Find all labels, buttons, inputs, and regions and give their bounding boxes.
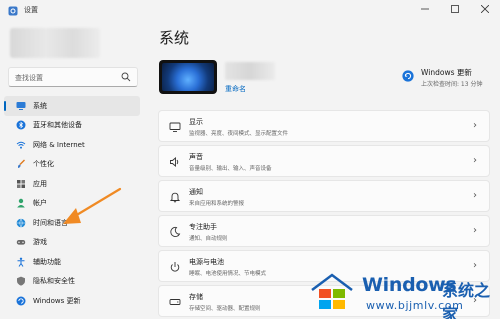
- card-subtitle: 音量级别、输出、输入、声音设备: [189, 166, 272, 172]
- sidebar-item-privacy[interactable]: 隐私和安全性: [4, 272, 140, 292]
- card-title: 专注助手: [189, 223, 217, 231]
- card-subtitle: 来自应用和系统的警报: [189, 201, 245, 207]
- user-profile-blurred[interactable]: [10, 28, 100, 58]
- sidebar-item-label: 系统: [33, 101, 47, 110]
- card-subtitle: 监视器、亮度、夜间模式、显示配置文件: [189, 131, 289, 137]
- maximize-icon: [451, 5, 459, 13]
- bell-icon: [169, 192, 181, 203]
- card-title: 声音: [189, 153, 203, 161]
- device-name-blurred: [225, 62, 275, 80]
- sidebar-item-label: 隐私和安全性: [33, 277, 75, 286]
- sidebar-item-network[interactable]: 网络 & Internet: [4, 135, 140, 155]
- card-subtitle: 存储空间、驱动器、配置规则: [189, 306, 261, 312]
- close-button[interactable]: [470, 0, 500, 18]
- card-display[interactable]: 显示 监视器、亮度、夜间模式、显示配置文件 ›: [158, 110, 490, 142]
- sidebar-item-apps[interactable]: 应用: [4, 174, 140, 194]
- window-title: 设置: [24, 6, 38, 14]
- minimize-button[interactable]: [410, 0, 440, 18]
- card-sound[interactable]: 声音 音量级别、输出、输入、声音设备 ›: [158, 145, 490, 177]
- sidebar-item-windows-update[interactable]: Windows 更新: [4, 291, 140, 311]
- sidebar-item-label: 应用: [33, 179, 47, 188]
- sidebar-item-system[interactable]: 系统: [4, 96, 140, 116]
- sidebar-item-label: 网络 & Internet: [33, 140, 85, 149]
- moon-icon: [170, 226, 181, 238]
- apps-icon: [16, 179, 26, 189]
- sidebar-item-gaming[interactable]: 游戏: [4, 233, 140, 253]
- power-icon: [170, 262, 180, 272]
- card-subtitle: 睡眠、电池使用情况、节电模式: [189, 271, 267, 277]
- card-focus-assist[interactable]: 专注助手 通知、自动规则 ›: [158, 215, 490, 247]
- person-icon: [16, 198, 26, 208]
- maximize-button[interactable]: [440, 0, 470, 18]
- storage-icon: [169, 299, 181, 305]
- search-box[interactable]: 查找设置: [8, 67, 138, 87]
- search-input[interactable]: 查找设置: [15, 73, 43, 83]
- chevron-right-icon: ›: [473, 120, 477, 131]
- device-thumbnail: [159, 60, 217, 94]
- card-title: 存储: [189, 293, 203, 301]
- chevron-right-icon: ›: [473, 225, 477, 236]
- gamepad-icon: [16, 237, 26, 247]
- title-bar: 设置: [0, 0, 500, 22]
- sidebar-item-personalization[interactable]: 个性化: [4, 155, 140, 175]
- watermark-logo: Windows 系统之家 www.bjjmlv.com: [304, 268, 500, 319]
- wifi-icon: [16, 140, 26, 150]
- sidebar-item-bluetooth[interactable]: 蓝牙和其他设备: [4, 116, 140, 136]
- sidebar-item-label: Windows 更新: [33, 296, 81, 305]
- card-title: 通知: [189, 188, 203, 196]
- sidebar-item-time-language[interactable]: 时间和语言: [4, 213, 140, 233]
- card-subtitle: 通知、自动规则: [189, 236, 228, 242]
- sidebar-nav: 系统 蓝牙和其他设备 网络 & Internet 个性化 应用 帐户 时间和语言…: [4, 96, 140, 311]
- sidebar-item-accounts[interactable]: 帐户: [4, 194, 140, 214]
- watermark-url: www.bjjmlv.com: [366, 299, 464, 312]
- search-icon: [121, 72, 131, 82]
- wallpaper-preview: [162, 63, 214, 91]
- card-title: 显示: [189, 118, 203, 126]
- windows-update-status-icon: [402, 70, 414, 82]
- speaker-icon: [170, 157, 179, 167]
- sidebar-item-label: 辅助功能: [33, 257, 61, 266]
- update-icon: [16, 296, 26, 306]
- chevron-right-icon: ›: [473, 155, 477, 166]
- close-icon: [481, 5, 489, 13]
- globe-clock-icon: [16, 218, 26, 228]
- chevron-right-icon: ›: [473, 190, 477, 201]
- bluetooth-icon: [16, 120, 26, 130]
- sidebar-item-label: 蓝牙和其他设备: [33, 121, 82, 130]
- windows-house-logo-icon: [311, 273, 353, 309]
- shield-icon: [16, 276, 26, 286]
- windows-update-title[interactable]: Windows 更新: [421, 67, 472, 78]
- watermark-brand-cn: 系统之家: [442, 281, 491, 319]
- sidebar-item-label: 个性化: [33, 160, 54, 169]
- windows-update-subtitle: 上次检查时间: 13 分钟: [421, 81, 483, 88]
- display-icon: [169, 122, 181, 132]
- settings-app-icon: [8, 6, 18, 16]
- minimize-icon: [421, 8, 429, 10]
- sidebar-item-accessibility[interactable]: 辅助功能: [4, 252, 140, 272]
- card-title: 电源与电池: [189, 258, 224, 266]
- rename-link[interactable]: 重命名: [225, 84, 246, 94]
- monitor-icon: [16, 101, 26, 111]
- card-notifications[interactable]: 通知 来自应用和系统的警报 ›: [158, 180, 490, 212]
- sidebar-item-label: 时间和语言: [33, 218, 68, 227]
- sidebar-item-label: 游戏: [33, 238, 47, 247]
- accessibility-icon: [16, 257, 26, 267]
- sidebar-item-label: 帐户: [33, 199, 47, 208]
- page-title: 系统: [159, 29, 190, 47]
- brush-icon: [16, 159, 26, 169]
